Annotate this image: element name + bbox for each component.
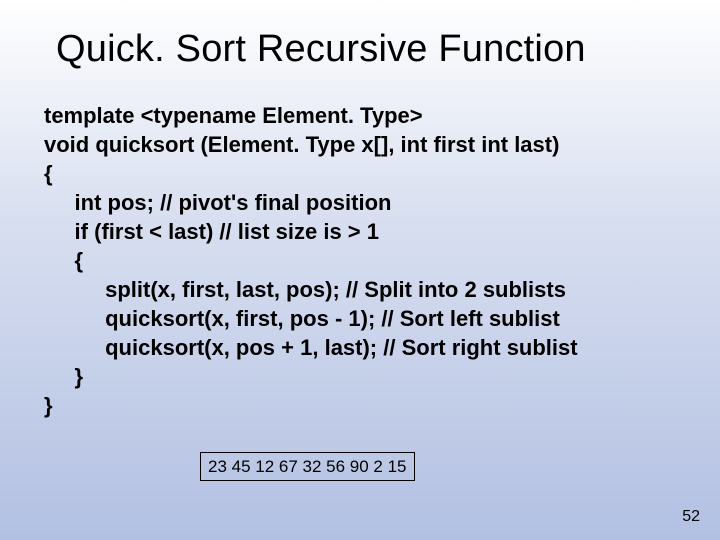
code-block: template <typename Element. Type> void q…	[0, 71, 720, 420]
slide-title: Quick. Sort Recursive Function	[0, 0, 720, 71]
code-line: {	[44, 248, 83, 273]
code-line: {	[44, 161, 53, 186]
code-line: int pos; // pivot's final position	[44, 190, 391, 215]
code-line: }	[44, 364, 83, 389]
code-line: split(x, first, last, pos); // Split int…	[44, 277, 566, 302]
code-line: }	[44, 393, 53, 418]
code-line: void quicksort (Element. Type x[], int f…	[44, 132, 559, 157]
code-line: template <typename Element. Type>	[44, 103, 423, 128]
code-line: if (first < last) // list size is > 1	[44, 219, 379, 244]
numbers-box: 23 45 12 67 32 56 90 2 15	[200, 452, 415, 481]
code-line: quicksort(x, pos + 1, last); // Sort rig…	[44, 335, 578, 360]
code-line: quicksort(x, first, pos - 1); // Sort le…	[44, 306, 560, 331]
numbers-box-wrap: 23 45 12 67 32 56 90 2 15	[200, 452, 415, 481]
page-number: 52	[682, 508, 700, 526]
